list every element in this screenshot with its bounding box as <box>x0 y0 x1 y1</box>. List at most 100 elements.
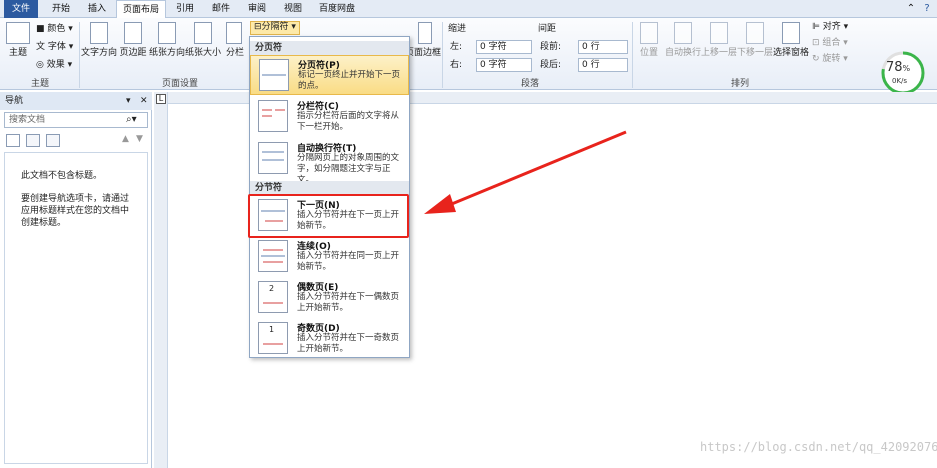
themes-icon <box>6 22 30 44</box>
nav-empty-hint: 要创建导航选项卡，请通过应用标题样式在您的文档中创建标题。 <box>21 194 130 228</box>
size-icon <box>194 22 212 44</box>
results-view-icon[interactable] <box>46 134 60 147</box>
headings-view-icon[interactable] <box>6 134 20 147</box>
page-border-icon <box>418 22 432 44</box>
orientation-icon <box>158 22 176 44</box>
indent-right-label: 右: <box>450 60 463 70</box>
menu-item-continuous[interactable]: 连续(O) 插入分节符并在同一页上开始新节。 <box>250 237 409 277</box>
tab-view[interactable]: 视图 <box>276 0 310 18</box>
indent-right-field[interactable]: 0 字符 <box>476 58 532 72</box>
columns-icon <box>226 22 242 44</box>
margins-button[interactable]: 页边距 <box>118 48 148 58</box>
close-icon[interactable]: ✕ <box>140 92 148 110</box>
indent-label: 缩进 <box>448 24 467 34</box>
group-label-paragraph: 段落 <box>520 79 539 89</box>
tab-references[interactable]: 引用 <box>168 0 202 18</box>
position-button[interactable]: 位置 <box>634 48 664 58</box>
menu-item-desc: 插入分节符并在同一页上开始新节。 <box>297 251 400 272</box>
next-icon[interactable]: ▼ <box>136 134 143 144</box>
nav-view-tabs: ▲ ▼ <box>4 132 148 150</box>
continuous-icon <box>258 240 288 272</box>
nav-header: 导航 ▾ ✕ <box>0 92 152 110</box>
odd-page-icon: 1 <box>258 322 288 354</box>
annotation-arrow <box>424 130 627 214</box>
annotation-highlight-box <box>248 194 409 238</box>
collapse-ribbon-icon[interactable]: ⌃ <box>904 0 918 18</box>
gauge-speed: 0K/s <box>892 77 908 85</box>
size-button[interactable]: 纸张大小 <box>184 48 222 58</box>
menu-item-even-page[interactable]: 2 偶数页(E) 插入分节符并在下一偶数页上开始新节。 <box>250 278 409 318</box>
tab-baidu-netdisk[interactable]: 百度网盘 <box>312 0 362 18</box>
spacing-before-label: 段前: <box>540 42 562 52</box>
group-label-page-setup: 页面设置 <box>161 79 198 89</box>
help-icon[interactable]: ? <box>920 0 934 18</box>
gauge-percent: 78% <box>886 60 911 75</box>
tab-home[interactable]: 开始 <box>44 0 78 18</box>
selection-pane-icon <box>782 22 800 44</box>
group-button[interactable]: ⊡ 组合 ▾ <box>812 38 848 48</box>
align-button[interactable]: ⊫ 对齐 ▾ <box>812 22 848 32</box>
menu-item-desc: 指示分栏符后面的文字将从下一栏开始。 <box>297 111 400 132</box>
text-wrapping-icon <box>258 142 288 174</box>
menu-item-desc: 标记一页终止并开始下一页的点。 <box>298 70 401 91</box>
tab-mailings[interactable]: 邮件 <box>204 0 238 18</box>
bring-forward-button[interactable]: 上移一层 <box>700 48 738 58</box>
watermark: https://blog.csdn.net/qq_42092076 <box>700 440 937 454</box>
text-direction-button[interactable]: 文字方向 <box>80 48 118 58</box>
menu-item-desc: 插入分节符并在下一奇数页上开始新节。 <box>297 333 400 354</box>
ribbon-tab-bar: 文件 开始 插入 页面布局 引用 邮件 审阅 视图 百度网盘 ⌃ ? <box>0 0 937 19</box>
group-label-arrange: 排列 <box>730 79 749 89</box>
indent-left-label: 左: <box>450 42 463 52</box>
tab-selector[interactable]: L <box>156 94 166 104</box>
menu-item-desc: 插入分节符并在下一偶数页上开始新节。 <box>297 292 400 313</box>
themes-button[interactable]: 主题 <box>2 48 34 58</box>
wrap-text-button[interactable]: 自动换行 <box>664 48 702 58</box>
theme-fonts-button[interactable]: 文 字体 ▾ <box>36 42 73 52</box>
group-divider <box>632 22 633 88</box>
navigation-pane: 导航 ▾ ✕ 搜索文档 ⌕▾ ▲ ▼ 此文档不包含标题。 要创建导航选项卡，请通… <box>0 92 152 468</box>
nav-menu-icon[interactable]: ▾ <box>126 92 131 110</box>
group-label-theme: 主题 <box>30 79 49 89</box>
column-break-icon <box>258 100 288 132</box>
menu-item-page-break[interactable]: 分页符(P) 标记一页终止并开始下一页的点。 <box>250 55 409 95</box>
vertical-ruler: L <box>154 92 168 468</box>
bring-forward-icon <box>710 22 728 44</box>
ribbon: 主题 ■ 颜色 ▾ 文 字体 ▾ ◎ 效果 ▾ 主题 文字方向 页边距 纸张方向… <box>0 18 937 90</box>
theme-colors-button[interactable]: ■ 颜色 ▾ <box>36 24 73 34</box>
send-backward-button[interactable]: 下移一层 <box>736 48 774 58</box>
group-divider <box>442 22 443 88</box>
tab-page-layout[interactable]: 页面布局 <box>116 0 166 19</box>
spacing-after-label: 段后: <box>540 60 562 70</box>
spacing-after-field[interactable]: 0 行 <box>578 58 628 72</box>
margins-icon <box>124 22 142 44</box>
tab-insert[interactable]: 插入 <box>80 0 114 18</box>
menu-item-text-wrapping-break[interactable]: 自动换行符(T) 分隔网页上的对象周围的文字，如分隔题注文字与正文。 <box>250 139 409 185</box>
nav-empty-title: 此文档不包含标题。 <box>21 171 103 181</box>
selection-pane-button[interactable]: 选择窗格 <box>772 48 810 58</box>
orientation-button[interactable]: 纸张方向 <box>148 48 186 58</box>
pages-view-icon[interactable] <box>26 134 40 147</box>
prev-icon[interactable]: ▲ <box>122 134 129 144</box>
rotate-button[interactable]: ↻ 旋转 ▾ <box>812 54 848 64</box>
menu-item-odd-page[interactable]: 1 奇数页(D) 插入分节符并在下一奇数页上开始新节。 <box>250 319 409 359</box>
send-backward-icon <box>746 22 764 44</box>
nav-content: 此文档不包含标题。 要创建导航选项卡，请通过应用标题样式在您的文档中创建标题。 <box>4 152 148 464</box>
spacing-before-field[interactable]: 0 行 <box>578 40 628 54</box>
columns-button[interactable]: 分栏 <box>222 48 248 58</box>
position-icon <box>640 22 658 44</box>
text-direction-icon <box>90 22 108 44</box>
page-break-icon <box>259 59 289 91</box>
theme-effects-button[interactable]: ◎ 效果 ▾ <box>36 60 72 70</box>
even-page-icon: 2 <box>258 281 288 313</box>
spacing-label: 间距 <box>538 24 557 34</box>
indent-left-field[interactable]: 0 字符 <box>476 40 532 54</box>
section-header-section-breaks: 分节符 <box>250 181 409 195</box>
breaks-button[interactable]: ⊟分隔符 ▾ <box>250 21 300 35</box>
nav-title: 导航 <box>5 96 24 106</box>
wrap-text-icon <box>674 22 692 44</box>
section-header-page-breaks: 分页符 <box>250 41 409 55</box>
menu-item-column-break[interactable]: 分栏符(C) 指示分栏符后面的文字将从下一栏开始。 <box>250 97 409 137</box>
tab-file[interactable]: 文件 <box>4 0 38 18</box>
search-icon[interactable]: ⌕▾ <box>126 114 137 125</box>
tab-review[interactable]: 审阅 <box>240 0 274 18</box>
